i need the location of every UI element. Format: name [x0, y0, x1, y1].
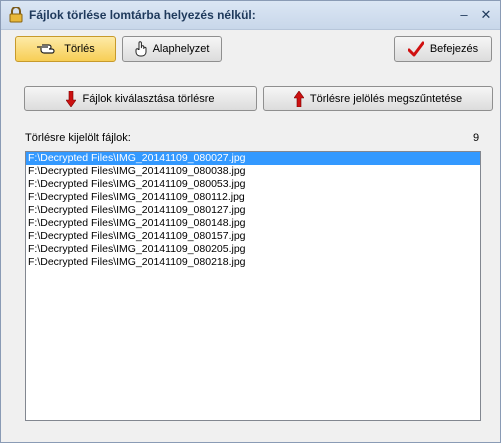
list-item[interactable]: F:\Decrypted Files\IMG_20141109_080148.j… [26, 217, 480, 230]
close-button[interactable]: ✕ [479, 8, 493, 21]
checkmark-icon [407, 41, 424, 57]
delete-button[interactable]: Törlés [15, 36, 116, 62]
arrow-down-icon [66, 90, 77, 107]
window-title: Fájlok törlése lomtárba helyezés nélkül: [29, 8, 256, 22]
select-files-label: Fájlok kiválasztása törlésre [82, 92, 215, 105]
hand-up-icon [135, 41, 147, 57]
delete-button-label: Törlés [64, 43, 95, 55]
list-item[interactable]: F:\Decrypted Files\IMG_20141109_080038.j… [26, 165, 480, 178]
unmark-button[interactable]: Törlésre jelölés megszűntetése [263, 86, 493, 111]
title-bar: Fájlok törlése lomtárba helyezés nélkül:… [1, 1, 500, 30]
lock-icon [9, 7, 23, 23]
main-window: Fájlok törlése lomtárba helyezés nélkül:… [0, 0, 501, 443]
finish-button[interactable]: Befejezés [394, 36, 492, 62]
list-item[interactable]: F:\Decrypted Files\IMG_20141109_080112.j… [26, 191, 480, 204]
select-files-button[interactable]: Fájlok kiválasztása törlésre [24, 86, 257, 111]
pointing-hand-icon [37, 44, 55, 54]
list-item[interactable]: F:\Decrypted Files\IMG_20141109_080218.j… [26, 256, 480, 269]
reset-button-label: Alaphelyzet [152, 43, 210, 55]
list-item[interactable]: F:\Decrypted Files\IMG_20141109_080205.j… [26, 243, 480, 256]
files-count: 9 [473, 132, 480, 144]
list-item[interactable]: F:\Decrypted Files\IMG_20141109_080157.j… [26, 230, 480, 243]
minimize-button[interactable]: – [457, 8, 471, 21]
list-item[interactable]: F:\Decrypted Files\IMG_20141109_080027.j… [26, 152, 480, 165]
finish-button-label: Befejezés [429, 43, 479, 55]
list-item[interactable]: F:\Decrypted Files\IMG_20141109_080053.j… [26, 178, 480, 191]
reset-button[interactable]: Alaphelyzet [122, 36, 222, 62]
list-item[interactable]: F:\Decrypted Files\IMG_20141109_080127.j… [26, 204, 480, 217]
arrow-up-icon [293, 90, 304, 107]
files-header: Törlésre kijelölt fájlok: [25, 132, 131, 144]
unmark-label: Törlésre jelölés megszűntetése [309, 92, 463, 105]
files-listbox[interactable]: F:\Decrypted Files\IMG_20141109_080027.j… [25, 151, 481, 421]
